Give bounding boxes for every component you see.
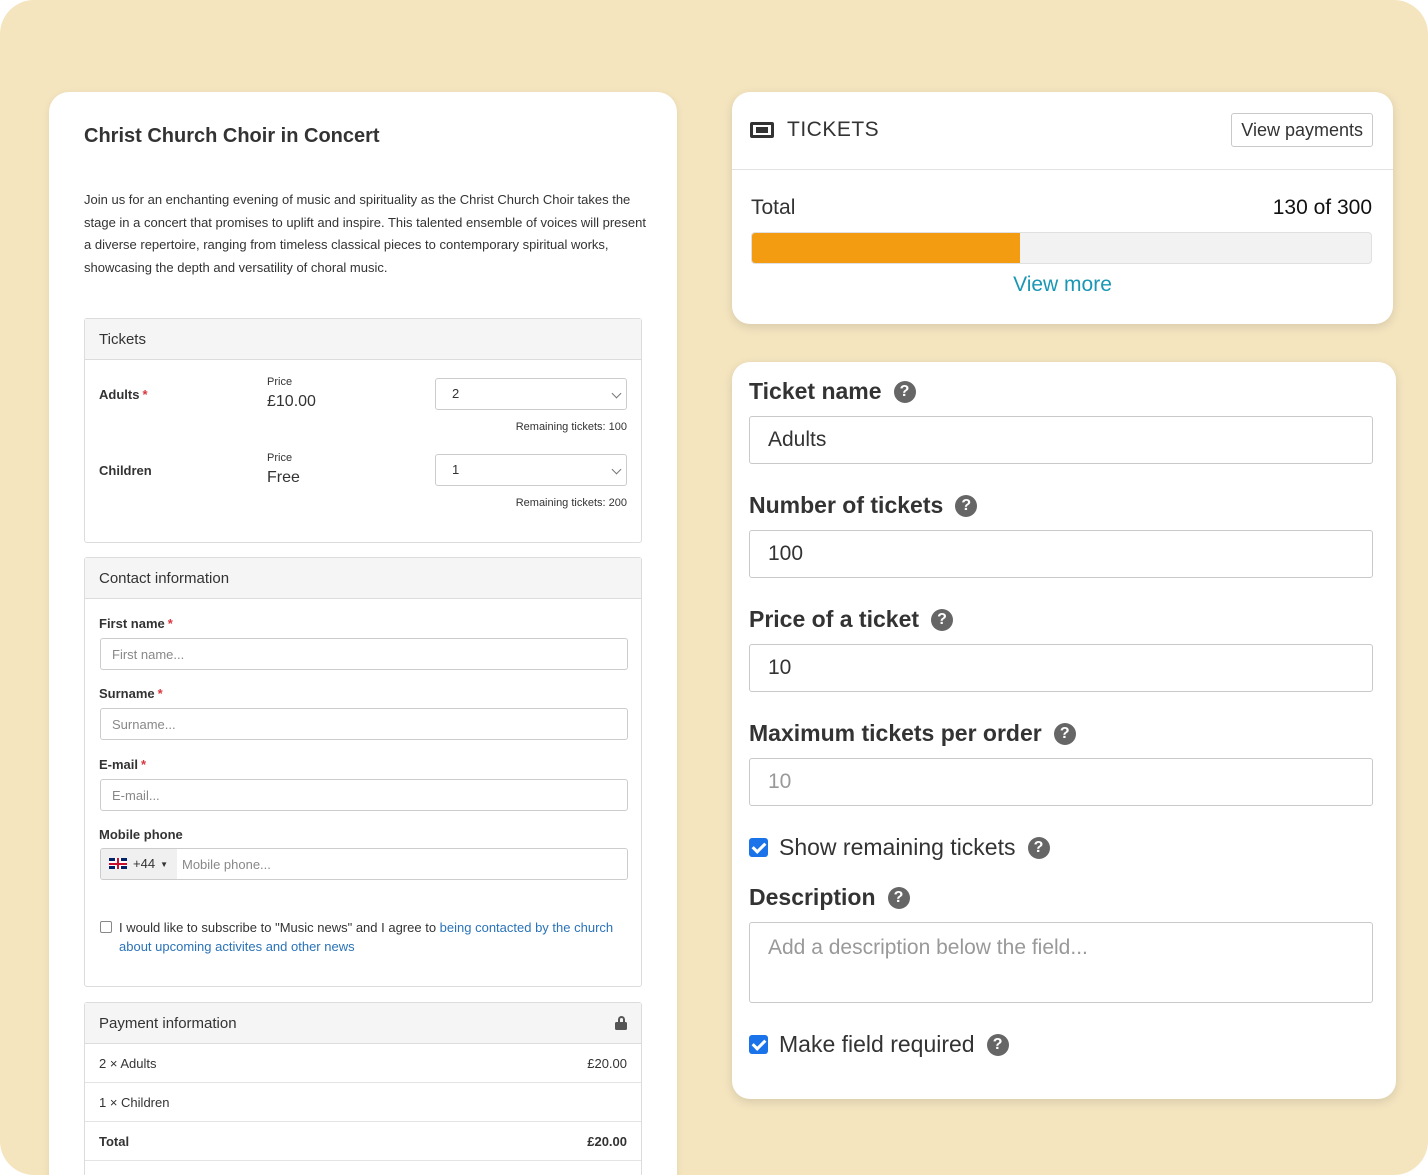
quantity-select-adults[interactable]: 2 [435, 378, 627, 410]
ticket-field-editor: Ticket name? Number of tickets? Price of… [732, 362, 1396, 1099]
show-remaining-checkbox[interactable] [749, 838, 768, 857]
ticket-price-label: Price of a ticket? [749, 606, 954, 633]
ticket-name-adults: Adults * [99, 387, 148, 402]
help-icon[interactable]: ? [1053, 722, 1076, 745]
chevron-down-icon [611, 464, 622, 475]
first-name-input[interactable] [100, 638, 628, 670]
view-more-link[interactable]: View more [732, 273, 1393, 297]
ticket-price-input[interactable] [749, 644, 1373, 692]
booking-form-card: Christ Church Choir in Concert Join us f… [49, 92, 677, 1175]
mobile-phone-label: Mobile phone [99, 827, 183, 842]
event-title: Christ Church Choir in Concert [84, 125, 380, 147]
tickets-summary-card: TICKETS View payments Total 130 of 300 V… [732, 92, 1393, 324]
remaining-children: Remaining tickets: 200 [515, 497, 627, 509]
payment-panel-header: Payment information [85, 1003, 641, 1044]
quantity-select-children[interactable]: 1 [435, 454, 627, 486]
chevron-down-icon [611, 388, 622, 399]
ticket-name-input[interactable] [749, 416, 1373, 464]
background: Christ Church Choir in Concert Join us f… [0, 0, 1428, 1175]
caret-down-icon: ▼ [160, 860, 168, 869]
payment-row: 2 × Adults £20.00 [85, 1044, 641, 1083]
required-option: Make field required? [749, 1031, 1009, 1058]
help-icon[interactable]: ? [893, 380, 916, 403]
lock-icon [615, 1016, 627, 1030]
tickets-panel: Tickets Adults * Price £10.00 2 Remaining… [84, 318, 642, 543]
price-children: Free [267, 469, 300, 486]
summary-total-value: 130 of 300 [1272, 196, 1372, 219]
mobile-phone-input[interactable] [177, 849, 627, 879]
tickets-panel-title: Tickets [99, 330, 146, 348]
price-label-children: Price [267, 452, 293, 464]
uk-flag-icon [109, 858, 127, 869]
ticket-name-children: Children [99, 463, 152, 478]
description-textarea[interactable] [749, 922, 1373, 1003]
summary-title: TICKETS [787, 118, 880, 141]
required-checkbox[interactable] [749, 1035, 768, 1054]
description-label: Description? [749, 884, 910, 911]
ticket-name-label: Ticket name? [749, 378, 916, 405]
help-icon[interactable]: ? [931, 608, 954, 631]
event-description: Join us for an enchanting evening of mus… [84, 192, 646, 276]
payment-row: 1 × Children [85, 1083, 641, 1122]
remaining-adults: Remaining tickets: 100 [515, 421, 627, 433]
number-of-tickets-input[interactable] [749, 530, 1373, 578]
payment-panel-title: Payment information [99, 1014, 237, 1032]
email-input[interactable] [100, 779, 628, 811]
newsletter-consent: I would like to subscribe to "Music news… [100, 918, 620, 956]
surname-label: Surname * [99, 686, 163, 701]
tickets-panel-header: Tickets [85, 319, 641, 360]
surname-input[interactable] [100, 708, 628, 740]
payment-total-row: Total £20.00 [85, 1122, 641, 1161]
tickets-progress-bar [751, 232, 1372, 264]
view-payments-button[interactable]: View payments [1231, 113, 1373, 147]
price-label-adults: Price [267, 376, 293, 388]
help-icon[interactable]: ? [986, 1033, 1009, 1056]
tickets-progress-fill [752, 233, 1021, 263]
country-code-select[interactable]: +44 ▼ [101, 849, 177, 879]
help-icon[interactable]: ? [887, 886, 910, 909]
contact-panel-header: Contact information [85, 558, 641, 599]
first-name-label: First name * [99, 616, 173, 631]
summary-header: TICKETS View payments [732, 92, 1393, 170]
payment-panel: Payment information 2 × Adults £20.00 1 … [84, 1002, 642, 1175]
help-icon[interactable]: ? [1027, 836, 1050, 859]
consent-checkbox[interactable] [100, 921, 112, 933]
price-adults: £10.00 [267, 393, 316, 410]
summary-total-label: Total [751, 196, 796, 219]
contact-panel: Contact information First name* Surname*… [84, 557, 642, 987]
show-remaining-option: Show remaining tickets? [749, 834, 1050, 861]
number-of-tickets-label: Number of tickets? [749, 492, 978, 519]
help-icon[interactable]: ? [955, 494, 978, 517]
contact-panel-title: Contact information [99, 569, 230, 587]
email-label: E-mail * [99, 757, 147, 772]
max-tickets-label: Maximum tickets per order? [749, 720, 1076, 747]
max-tickets-input[interactable] [749, 758, 1373, 806]
mobile-phone-field: +44 ▼ [100, 848, 628, 880]
ticket-icon [750, 122, 774, 138]
